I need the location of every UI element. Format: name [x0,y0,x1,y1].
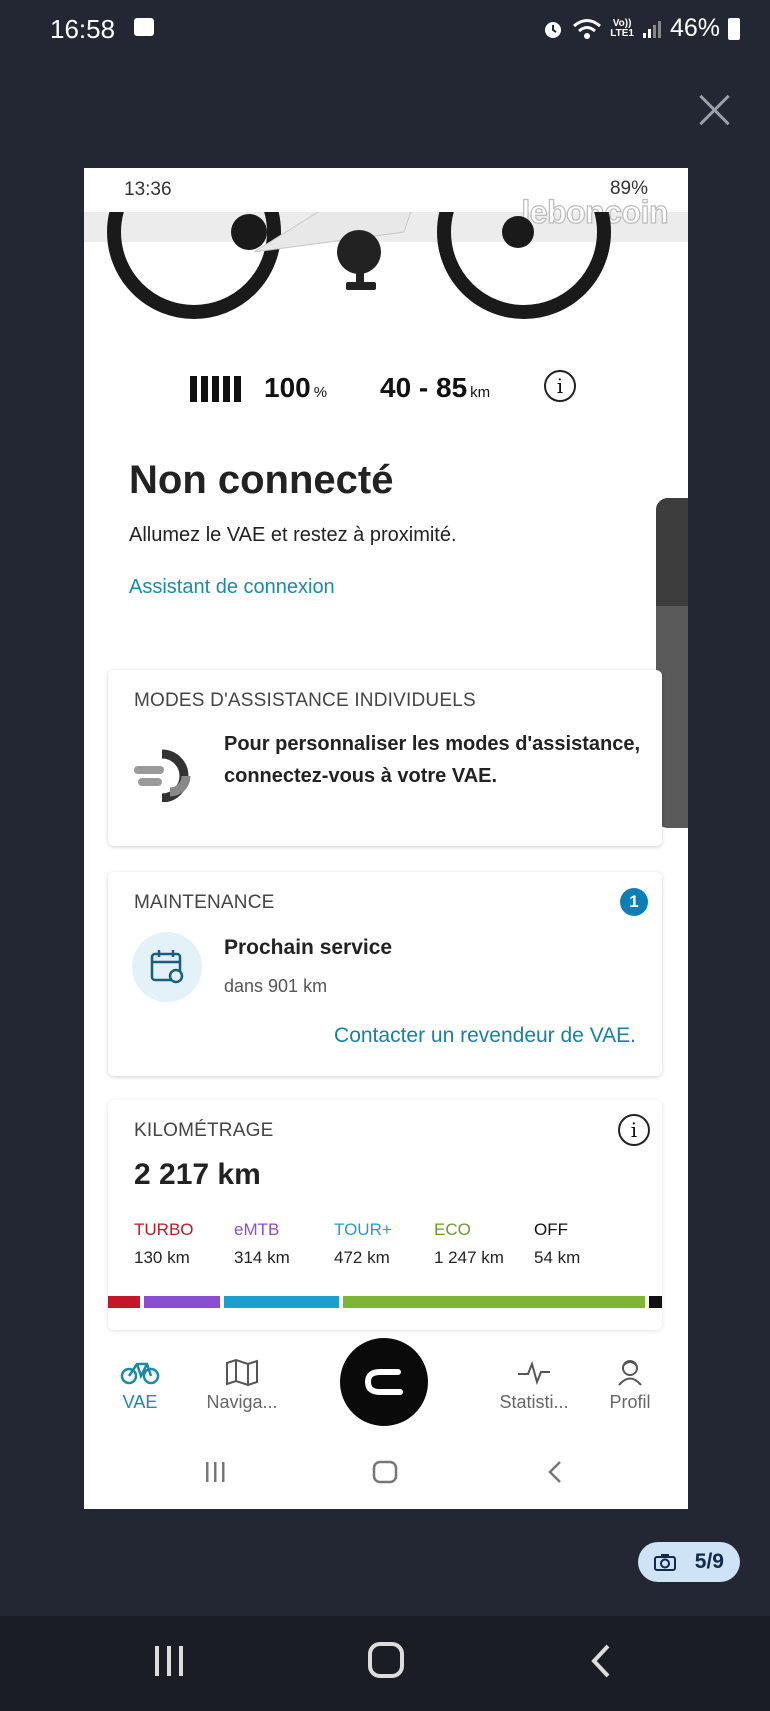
nav-label: VAE [122,1392,158,1412]
range-estimate: 40 - 85 km [380,372,491,403]
mode-emtb: eMTB 314 km [234,1220,290,1267]
inner-recent-apps-icon [206,1462,225,1482]
nav-profile[interactable]: Profil [582,1358,678,1413]
service-calendar-icon [132,932,202,1002]
nav-statistics[interactable]: Statisti... [486,1358,582,1413]
os-status-icons: Vo)) LTE1 46% [542,14,740,43]
mode-tour-plus: TOUR+ 472 km [334,1220,392,1267]
rider-icon [618,1360,642,1386]
connection-hint: Allumez le VAE et restez à proximité. [129,524,457,546]
lte-indicator: Vo)) LTE1 [610,17,634,39]
mileage-segment [108,1296,140,1308]
center-action-button[interactable] [340,1338,428,1426]
contact-dealer-link[interactable]: Contacter un revendeur de VAE. [334,1024,636,1048]
battery-level: 100% [264,372,328,403]
camera-icon [654,1554,676,1571]
back-icon[interactable] [591,1644,610,1678]
recent-apps-icon[interactable] [155,1646,183,1676]
inner-system-nav [84,1438,688,1508]
inner-clock: 13:36 [124,179,172,200]
signal-icon [642,20,661,38]
assistance-modes-card[interactable]: MODES D'ASSISTANCE INDIVIDUELS Pour pers… [108,670,662,846]
mileage-segment [649,1296,662,1308]
screenshot-viewer: 13:36 89% leboncoin 100% 40 - 85 km i Non… [84,168,688,1509]
info-icon[interactable]: i [544,370,576,402]
card-title: MODES D'ASSISTANCE INDIVIDUELS [134,690,476,711]
activity-icon [518,1360,550,1386]
mode-eco: ECO 1 247 km [434,1220,504,1267]
maintenance-card[interactable]: MAINTENANCE 1 Prochain service dans 901 … [108,872,662,1076]
nav-label: Naviga... [206,1392,278,1412]
battery-icon [728,17,740,40]
mileage-segment [342,1296,646,1308]
mileage-card[interactable]: KILOMÉTRAGE i 2 217 km TURBO 130 km eMTB 3… [108,1100,662,1330]
connection-assistant-link[interactable]: Assistant de connexion [129,576,335,599]
notification-badge: 1 [620,888,648,916]
mileage-segment [223,1296,339,1308]
nav-navigation[interactable]: Naviga... [194,1358,290,1413]
mode-off: OFF 54 km [534,1220,581,1267]
map-icon [226,1358,258,1386]
battery-level-icon [190,376,241,402]
card-title: MAINTENANCE [134,892,275,913]
assistance-modes-text: Pour personnaliser les modes d'assistanc… [224,733,641,787]
image-counter[interactable]: 5/9 [638,1542,740,1582]
bike-image [107,212,611,319]
mode-breakdown: TURBO 130 km eMTB 314 km TOUR+ 472 km ECO 1 … [134,1220,634,1268]
os-battery-percent: 46% [669,14,720,42]
card-title: KILOMÉTRAGE [134,1120,274,1141]
mileage-distribution-bar [108,1296,662,1308]
connection-status-title: Non connecté [129,458,394,502]
home-icon[interactable] [368,1642,404,1678]
gallery-icon [134,18,154,36]
alarm-icon [545,21,562,38]
inner-back-icon [548,1461,561,1483]
next-service-distance: dans 901 km [224,976,328,996]
os-navigation-bar [0,1616,770,1711]
next-service-title: Prochain service [224,936,393,959]
close-icon[interactable] [696,92,732,128]
info-icon[interactable]: i [618,1114,650,1146]
battery-range-row: 100% 40 - 85 km i [84,368,688,408]
assistance-mode-icon [134,749,191,802]
wifi-icon [573,18,602,39]
inner-home-icon [372,1460,398,1484]
os-clock: 16:58 [50,14,116,44]
nav-label: Statisti... [499,1392,569,1412]
bottom-navigation: VAE Naviga... Statisti... Profil [84,1338,688,1438]
nav-label: Profil [609,1392,651,1412]
nav-vae[interactable]: VAE [92,1358,188,1413]
bike-icon [120,1362,160,1385]
mileage-segment [143,1296,220,1308]
mode-turbo: TURBO 130 km [134,1220,194,1267]
total-mileage: 2 217 km [134,1158,261,1191]
os-status-bar: 16:58 Vo)) LTE1 46% [0,0,770,56]
